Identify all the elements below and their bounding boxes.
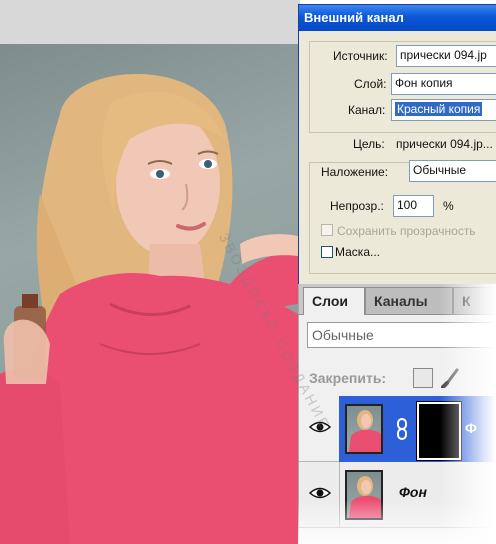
preserve-transparency-label: Сохранить прозрачность bbox=[337, 224, 476, 238]
blend-mode-select[interactable]: Обычные bbox=[307, 322, 496, 348]
tab-paths[interactable]: К bbox=[453, 287, 496, 314]
lock-label: Закрепить: bbox=[309, 370, 387, 386]
layer-row-copy[interactable]: Ф bbox=[299, 396, 496, 462]
lock-transparent-pixels-icon[interactable] bbox=[413, 368, 433, 388]
thumbnail-image bbox=[349, 476, 381, 518]
eye-icon[interactable] bbox=[309, 486, 331, 500]
layer-thumbnail[interactable] bbox=[345, 470, 383, 520]
apply-image-dialog: Внешний канал Источник: прически 094.jp … bbox=[298, 4, 496, 286]
layer-dropdown[interactable]: Фон копия bbox=[391, 73, 496, 95]
target-value: прически 094.jp... bbox=[396, 137, 493, 151]
channel-dropdown[interactable]: Красный копия bbox=[391, 99, 496, 121]
channel-selected-value: Красный копия bbox=[395, 102, 483, 116]
blending-dropdown[interactable]: Обычные bbox=[409, 160, 496, 182]
eye-icon[interactable] bbox=[309, 420, 331, 434]
blending-label: Наложение: bbox=[321, 165, 389, 179]
channel-label: Канал: bbox=[348, 103, 386, 117]
layer-name: Ф bbox=[465, 420, 477, 436]
lock-image-pixels-icon[interactable] bbox=[441, 366, 461, 388]
mask-label: Маска... bbox=[335, 245, 380, 259]
mask-checkbox[interactable] bbox=[321, 246, 333, 258]
layer-name: Фон bbox=[399, 484, 427, 500]
portrait-photo bbox=[0, 44, 298, 544]
layers-panel: Слои Каналы К Обычные Закрепить: Ф Фон bbox=[298, 284, 496, 544]
tab-channels[interactable]: Каналы bbox=[365, 287, 453, 314]
opacity-unit: % bbox=[443, 199, 454, 213]
target-label: Цель: bbox=[353, 137, 385, 151]
canvas-top-strip bbox=[0, 0, 300, 44]
thumbnail-image bbox=[349, 410, 381, 452]
portrait-illustration bbox=[0, 74, 298, 544]
opacity-label: Непрозр.: bbox=[330, 199, 384, 213]
source-dropdown[interactable]: прически 094.jp bbox=[396, 45, 496, 67]
layer-label: Слой: bbox=[354, 77, 387, 91]
dialog-title[interactable]: Внешний канал bbox=[299, 5, 496, 31]
tab-layers[interactable]: Слои bbox=[303, 287, 365, 315]
layer-mask-thumbnail[interactable] bbox=[417, 402, 461, 460]
preserve-transparency-checkbox[interactable] bbox=[321, 224, 333, 236]
layer-thumbnail[interactable] bbox=[345, 404, 383, 454]
opacity-input[interactable]: 100 bbox=[393, 195, 434, 217]
layer-row-background[interactable]: Фон bbox=[299, 462, 496, 528]
panel-tabs: Слои Каналы К bbox=[299, 284, 496, 315]
chain-link-icon[interactable] bbox=[395, 418, 409, 440]
source-label: Источник: bbox=[333, 49, 388, 63]
